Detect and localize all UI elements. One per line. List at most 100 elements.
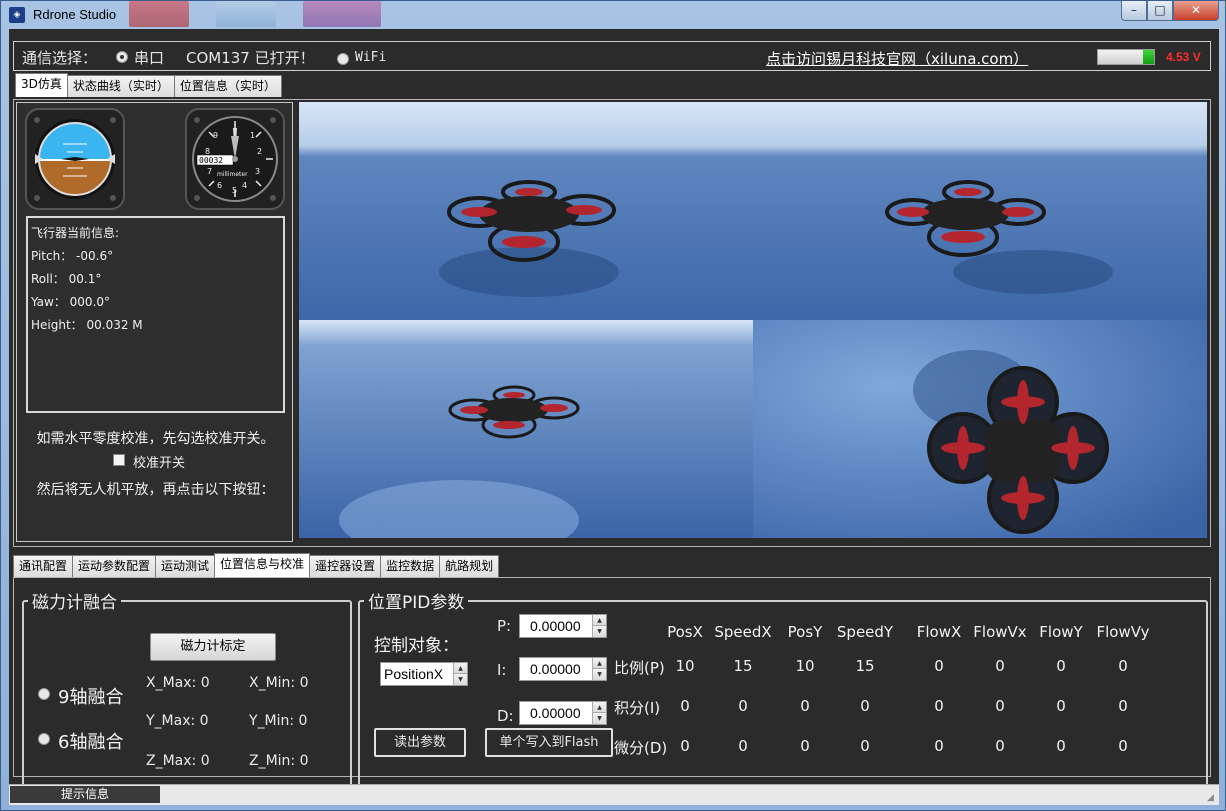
y-max-value: Y_Max: 0: [146, 713, 209, 729]
maximize-icon: □: [1154, 3, 1166, 17]
p-value: 0.00000: [530, 618, 581, 634]
taskbar-deco: [303, 1, 381, 27]
altimeter-icon: 12 3 45 6 7 89 00032 millimeter: [185, 108, 285, 210]
calibration-instruction: 然后将无人机平放，再点击以下按钮：: [36, 482, 275, 498]
tab-motion-params[interactable]: 运动参数配置: [72, 555, 157, 577]
pid-cell: 0: [934, 737, 944, 755]
flight-info-heading: 飞行器当前信息:: [31, 226, 120, 240]
i-value: 0.00000: [530, 661, 581, 677]
svg-text:9: 9: [213, 131, 218, 140]
pid-cell: 0: [1118, 737, 1128, 755]
z-min-value: Z_Min: 0: [249, 753, 309, 769]
pid-cell: 0: [995, 657, 1005, 675]
pid-col-header: SpeedY: [836, 623, 894, 641]
i-up-icon[interactable]: ▲: [592, 658, 606, 669]
mag-fusion-group: 磁力计融合 磁力计标定 9轴融合 6轴融合 X_Max: 0 X_Min: 0 …: [22, 588, 352, 788]
roll-value: Roll： 00.1°: [31, 272, 102, 286]
d-up-icon[interactable]: ▲: [592, 702, 606, 713]
control-target-select[interactable]: PositionX ▲ ▼: [380, 662, 468, 686]
drone-3d-view-side[interactable]: [753, 102, 1207, 320]
main-tab-strip: 3D仿真 状态曲线（实时） 位置信息（实时）: [15, 73, 282, 97]
minimize-icon: –: [1131, 3, 1137, 17]
website-link[interactable]: 点击访问锡月科技官网（xiluna.com）: [766, 48, 1028, 69]
minimize-button[interactable]: –: [1121, 1, 1147, 21]
voltage-value: 4.53 V: [1166, 50, 1201, 64]
tab-status-curve[interactable]: 状态曲线（实时）: [66, 75, 175, 97]
resize-grip-icon[interactable]: ◢: [1207, 793, 1217, 803]
tab-comm-config[interactable]: 通讯配置: [13, 555, 74, 577]
svg-text:7: 7: [207, 167, 212, 176]
tab-3d-sim[interactable]: 3D仿真: [15, 73, 68, 97]
pid-cell: 0: [1056, 737, 1066, 755]
battery-indicator: [1097, 49, 1155, 65]
yaw-value: Yaw： 000.0°: [31, 295, 111, 309]
pid-cell: 0: [738, 697, 748, 715]
i-down-icon[interactable]: ▼: [592, 669, 606, 680]
pitch-value: Pitch： -00.6°: [31, 249, 114, 263]
com-status-text: COM137 已打开！: [186, 49, 315, 67]
wifi-radio[interactable]: [337, 53, 349, 65]
p-up-icon[interactable]: ▲: [592, 615, 606, 626]
tab-monitor-data[interactable]: 监控数据: [380, 555, 441, 577]
pid-cell: 15: [855, 657, 875, 675]
read-params-button[interactable]: 读出参数: [374, 728, 466, 757]
pid-cell: 0: [934, 697, 944, 715]
drone-3d-view-top[interactable]: [753, 320, 1207, 538]
i-spinbox[interactable]: 0.00000 ▲ ▼: [519, 657, 607, 681]
calibration-checkbox[interactable]: [113, 454, 125, 466]
attitude-indicator-icon: [25, 108, 125, 210]
pid-cell: 0: [860, 697, 870, 715]
six-axis-radio[interactable]: [38, 733, 50, 745]
comm-select-bar: 通信选择： 串口 COM137 已打开！ WiFi 点击访问锡月科技官网（xil…: [13, 41, 1211, 71]
pid-col-header: FlowVx: [973, 623, 1027, 641]
svg-text:5: 5: [232, 186, 237, 195]
altimeter-unit: millimeter: [217, 171, 248, 178]
nine-axis-radio[interactable]: [38, 688, 50, 700]
mag-calibrate-button[interactable]: 磁力计标定: [150, 633, 276, 661]
svg-text:1: 1: [250, 131, 255, 140]
drone-3d-view-low[interactable]: [299, 320, 753, 538]
status-bar: 提示信息 ◢: [9, 784, 1219, 805]
mag-fusion-title: 磁力计融合: [32, 593, 117, 613]
calibration-checkbox-label: 校准开关: [133, 456, 186, 471]
control-target-value: PositionX: [384, 666, 444, 682]
status-label: 提示信息: [10, 786, 160, 803]
tab-position-calibration[interactable]: 位置信息与校准: [214, 553, 311, 577]
tab-position-info[interactable]: 位置信息（实时）: [173, 75, 282, 97]
position-pid-title: 位置PID参数: [368, 593, 465, 613]
pid-cell: 0: [995, 697, 1005, 715]
svg-text:3: 3: [255, 167, 260, 176]
write-flash-button[interactable]: 单个写入到Flash: [485, 728, 613, 757]
p-spinbox[interactable]: 0.00000 ▲ ▼: [519, 614, 607, 638]
tab-remote-settings[interactable]: 遥控器设置: [309, 555, 382, 577]
pid-cell: 0: [860, 737, 870, 755]
drone-logo-icon: ◈: [9, 7, 25, 23]
position-calibration-panel: 磁力计融合 磁力计标定 9轴融合 6轴融合 X_Max: 0 X_Min: 0 …: [13, 577, 1211, 788]
p-down-icon[interactable]: ▼: [592, 626, 606, 637]
serial-radio[interactable]: [116, 51, 128, 63]
tab-route-planning[interactable]: 航路规划: [439, 555, 500, 577]
close-button[interactable]: ✕: [1173, 1, 1219, 21]
pid-cell: 0: [1056, 657, 1066, 675]
pid-cell: 0: [934, 657, 944, 675]
client-area: 通信选择： 串口 COM137 已打开！ WiFi 点击访问锡月科技官网（xil…: [9, 29, 1219, 805]
altimeter-digits: 00032: [199, 156, 223, 165]
control-target-label: 控制对象：: [374, 636, 459, 656]
drone-3d-view-front[interactable]: [299, 102, 753, 320]
maximize-button[interactable]: □: [1147, 1, 1173, 21]
drone-3d-scene[interactable]: [299, 102, 1207, 538]
pid-cell: 0: [1056, 697, 1066, 715]
d-down-icon[interactable]: ▼: [592, 713, 606, 724]
select-up-icon[interactable]: ▲: [453, 663, 467, 674]
close-icon: ✕: [1190, 3, 1202, 17]
wifi-label: WiFi: [355, 50, 387, 65]
nine-axis-label: 9轴融合: [58, 687, 124, 708]
d-spinbox[interactable]: 0.00000 ▲ ▼: [519, 701, 607, 725]
app-window: ◈ Rdrone Studio – □ ✕ 通信选择： 串口 COM137 已打…: [0, 0, 1226, 811]
height-value: Height： 00.032 M: [31, 318, 143, 332]
select-down-icon[interactable]: ▼: [453, 674, 467, 685]
title-bar[interactable]: ◈ Rdrone Studio – □ ✕: [1, 1, 1225, 29]
flight-info-box: 飞行器当前信息: Pitch： -00.6° Roll： 00.1° Yaw： …: [26, 216, 285, 413]
tab-motion-test[interactable]: 运动测试: [155, 555, 216, 577]
svg-text:2: 2: [257, 147, 262, 156]
